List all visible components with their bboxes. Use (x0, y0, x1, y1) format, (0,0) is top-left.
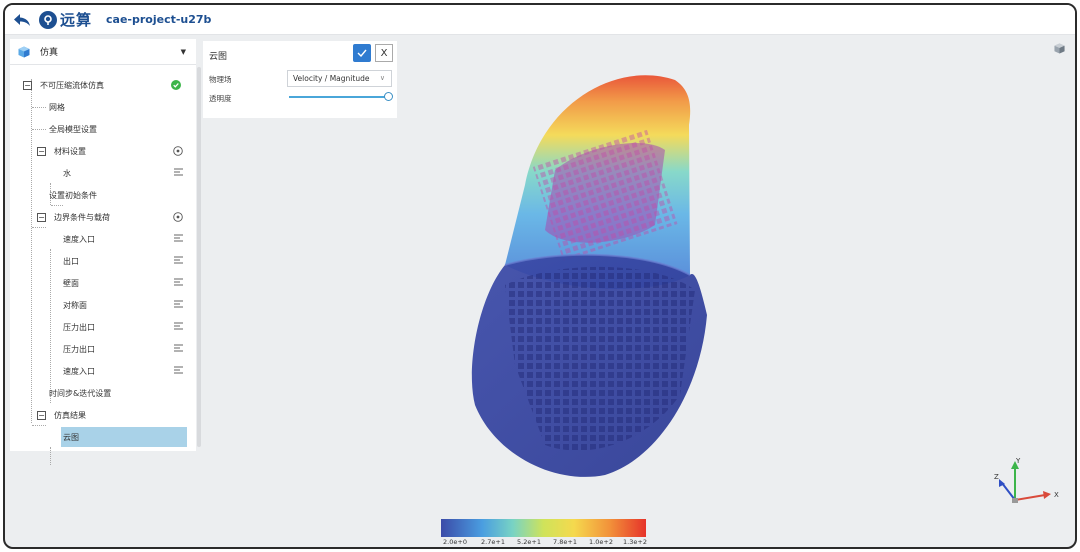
top-bar: 远算 cae-project-u27b (5, 5, 1075, 35)
menu-lines-icon[interactable] (174, 366, 183, 374)
tree-connector (32, 227, 46, 228)
module-selector-label: 仿真 (40, 48, 59, 58)
tree-item-label: 压力出口 (63, 344, 95, 354)
tree-item-bc[interactable]: 速度入口 (63, 361, 249, 381)
app-window: 远算 cae-project-u27b 仿真 ▼ − 不可压缩流体仿真 网格 全… (3, 3, 1077, 549)
tree-item-results[interactable]: − 仿真结果 (37, 405, 223, 425)
tree-item-label: 边界条件与载荷 (54, 212, 110, 222)
opacity-label: 透明度 (209, 94, 232, 103)
opacity-slider-thumb[interactable] (384, 92, 393, 101)
3d-viewport[interactable] (445, 65, 735, 485)
field-select-value: Velocity / Magnitude (293, 74, 370, 83)
axis-y-label: Y (1015, 457, 1021, 465)
tree-item-water[interactable]: 水 (63, 163, 249, 183)
checkmark-icon (357, 49, 367, 57)
legend-tick: 7.8e+1 (553, 538, 577, 546)
menu-lines-icon[interactable] (174, 300, 183, 308)
tree-item-label: 速度入口 (63, 234, 95, 244)
tree-item-boundary[interactable]: − 边界条件与载荷 (37, 207, 223, 227)
check-circle-icon (171, 80, 181, 90)
tree-item-label: 材料设置 (54, 146, 86, 156)
back-arrow-icon (14, 13, 30, 26)
axis-triad: Y X Z (994, 457, 1059, 503)
tree-item-label: 全局模型设置 (49, 124, 97, 134)
contour-settings-panel: 云图 X 物理场 Velocity / Magnitude ∨ 透明度 (203, 41, 397, 118)
collapse-icon[interactable]: − (37, 146, 46, 156)
opacity-slider-track[interactable] (289, 96, 389, 98)
tree-item-label: 仿真结果 (54, 410, 86, 420)
tree-item-bc[interactable]: 压力出口 (63, 317, 249, 337)
tree-item-label: 设置初始条件 (49, 190, 97, 200)
menu-lines-icon[interactable] (174, 278, 183, 286)
tree-item-label: 不可压缩流体仿真 (40, 80, 104, 90)
tree-connector (32, 107, 46, 108)
tree-item-global-model[interactable]: 全局模型设置 (49, 119, 235, 139)
cube-icon (18, 46, 30, 57)
close-button[interactable]: X (375, 44, 393, 62)
tree-connector (32, 129, 46, 130)
field-label: 物理场 (209, 75, 232, 84)
view-cube-icon[interactable] (1054, 43, 1065, 54)
tree-item-root[interactable]: − 不可压缩流体仿真 (23, 75, 209, 95)
chevron-down-icon: ∨ (379, 74, 385, 82)
collapse-icon[interactable]: − (37, 212, 46, 222)
logo-mark-icon (39, 10, 57, 29)
collapse-icon[interactable]: − (23, 80, 32, 90)
menu-lines-icon[interactable] (174, 344, 183, 352)
tree-item-label: 壁面 (63, 278, 79, 288)
field-select[interactable]: Velocity / Magnitude ∨ (287, 70, 392, 87)
tree-connector (50, 249, 51, 403)
legend-tick: 5.2e+1 (517, 538, 541, 546)
logo-text: 远算 (60, 11, 93, 29)
tree-item-bc[interactable]: 壁面 (63, 273, 249, 293)
tree-item-bc[interactable]: 压力出口 (63, 339, 249, 359)
confirm-button[interactable] (353, 44, 371, 62)
add-circle-icon[interactable] (173, 212, 183, 222)
tree-item-bc[interactable]: 出口 (63, 251, 249, 271)
tree-connector (50, 447, 51, 465)
legend-tick: 2.0e+0 (443, 538, 467, 546)
menu-lines-icon[interactable] (174, 234, 183, 242)
tree-item-initial-conditions[interactable]: 设置初始条件 (49, 185, 235, 205)
tree-item-label: 云图 (63, 432, 79, 442)
color-legend-ticks: 2.0e+0 2.7e+1 5.2e+1 7.8e+1 1.0e+2 1.3e+… (441, 538, 651, 547)
legend-tick: 1.3e+2 (623, 538, 647, 546)
tree-connector (32, 425, 46, 426)
menu-lines-icon[interactable] (174, 256, 183, 264)
color-legend-bar (441, 519, 646, 537)
axis-z-label: Z (994, 473, 999, 481)
axis-x-label: X (1054, 491, 1059, 499)
menu-lines-icon[interactable] (174, 322, 183, 330)
tree-item-label: 网格 (49, 102, 65, 112)
sidebar-scrollbar[interactable] (197, 67, 201, 447)
tree-connector (31, 79, 32, 423)
project-name: cae-project-u27b (106, 13, 212, 26)
legend-tick: 1.0e+2 (589, 538, 613, 546)
tree-item-label: 压力出口 (63, 322, 95, 332)
tree-item-bc[interactable]: 速度入口 (63, 229, 249, 249)
tree-item-label: 时间步&迭代设置 (49, 388, 112, 398)
tree-item-label: 水 (63, 168, 71, 178)
add-circle-icon[interactable] (173, 146, 183, 156)
back-button[interactable] (11, 9, 33, 31)
app-logo: 远算 (39, 9, 92, 30)
collapse-icon[interactable]: − (37, 410, 46, 420)
close-icon: X (380, 47, 388, 59)
tree-item-label: 出口 (63, 256, 79, 266)
legend-tick: 2.7e+1 (481, 538, 505, 546)
menu-lines-icon[interactable] (174, 168, 183, 176)
tree-item-label: 速度入口 (63, 366, 95, 376)
model-tree-sidebar: 仿真 ▼ − 不可压缩流体仿真 网格 全局模型设置 − 材料设置 水 设置初始条… (10, 39, 201, 465)
tree-item-label: 对称面 (63, 300, 87, 310)
module-selector[interactable]: 仿真 ▼ (10, 39, 196, 65)
tree-item-contour[interactable]: 云图 (63, 427, 249, 447)
panel-title: 云图 (209, 52, 228, 62)
tree-connector (51, 205, 63, 206)
chevron-down-icon: ▼ (180, 48, 186, 56)
tree-item-materials[interactable]: − 材料设置 (37, 141, 223, 161)
tree-item-time-step[interactable]: 时间步&迭代设置 (49, 383, 235, 403)
tree-item-bc[interactable]: 对称面 (63, 295, 249, 315)
